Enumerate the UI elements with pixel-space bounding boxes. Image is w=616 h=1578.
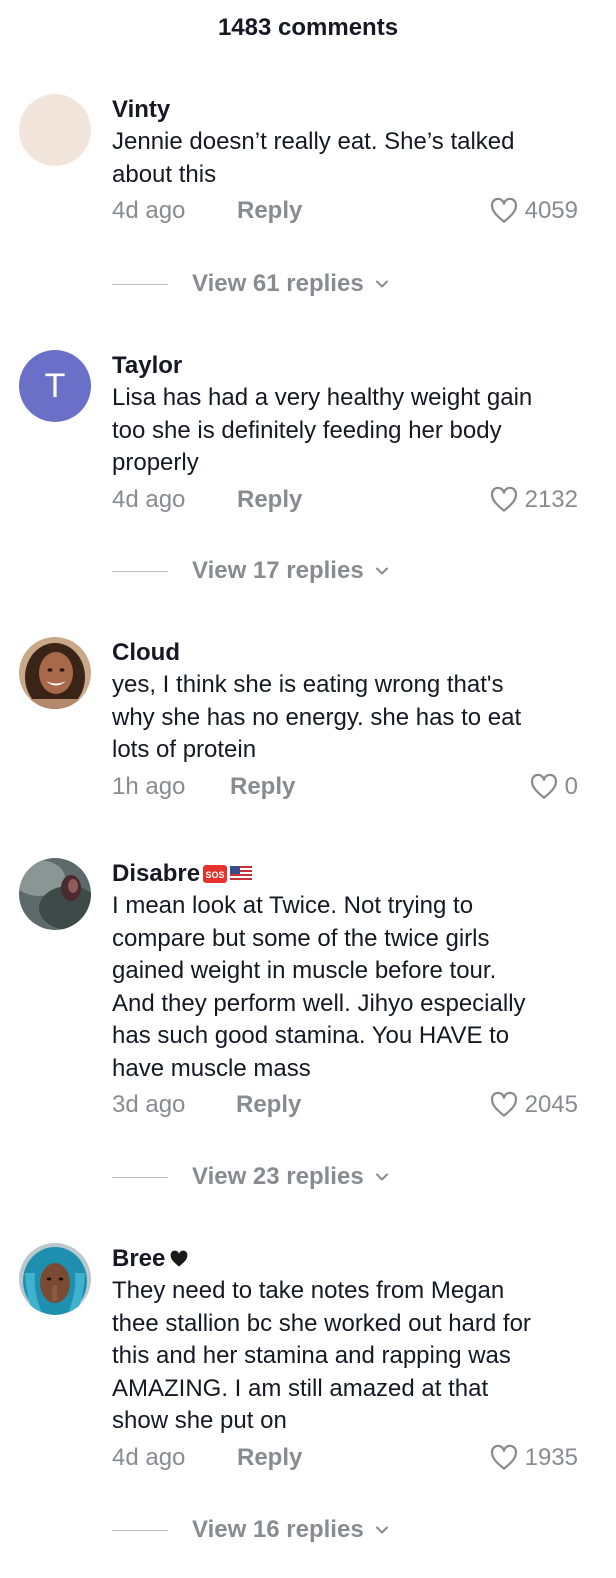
comment-text: Lisa has had a very healthy weight gain … (112, 384, 533, 476)
sos-emoji-icon: SOS (203, 865, 228, 883)
reply-button[interactable]: Reply (236, 1087, 301, 1123)
comment-timestamp: 1h ago (112, 772, 186, 800)
avatar[interactable] (19, 637, 91, 709)
avatar[interactable] (19, 858, 91, 930)
comment-meta: 4d ago Reply 4059 (112, 193, 586, 229)
heart-outline-icon (490, 1444, 517, 1470)
avatar[interactable]: T (19, 350, 91, 422)
comment-username[interactable]: Disabre SOS (112, 858, 586, 890)
divider-line (112, 283, 168, 285)
chevron-down-icon (375, 567, 388, 575)
comment-meta: 3d ago Reply 2045 (112, 1087, 586, 1123)
avatar[interactable] (19, 94, 91, 166)
like-count: 4059 (524, 197, 578, 224)
view-replies-button[interactable]: View 61 replies (112, 270, 392, 298)
comment-username[interactable]: Taylor (112, 350, 586, 382)
divider-line (112, 570, 168, 572)
like-button[interactable]: 2045 (489, 1087, 578, 1123)
comment-body: Disabre SOS I mean look at Twice. Not tr… (112, 858, 586, 1123)
comment-text: Jennie doesn’t really eat. She’s talked … (112, 128, 515, 188)
comment-body: Cloud yes, I think she is eating wrong t… (112, 637, 586, 805)
divider-line (112, 1529, 168, 1531)
comment-meta: 4d ago Reply 1935 (112, 1440, 586, 1476)
comment-timestamp: 4d ago (112, 1443, 186, 1471)
comment-text: yes, I think she is eating wrong that's … (112, 671, 522, 763)
heart-outline-icon (490, 486, 517, 512)
like-count: 2045 (524, 1091, 578, 1118)
comment-body: Taylor Lisa has had a very healthy weigh… (112, 350, 586, 518)
like-button[interactable]: 4059 (489, 193, 578, 229)
heart-outline-icon (490, 1091, 517, 1117)
like-button[interactable]: 1935 (489, 1440, 578, 1476)
view-replies-button[interactable]: View 23 replies (112, 1163, 392, 1191)
view-replies-button[interactable]: View 16 replies (112, 1516, 392, 1544)
comment-text: They need to take notes from Megan thee … (112, 1277, 531, 1434)
comment-timestamp: 3d ago (112, 1091, 186, 1118)
comment-username[interactable]: Cloud (112, 637, 586, 669)
svg-text:SOS: SOS (206, 870, 225, 880)
view-replies-label: View 61 replies (192, 270, 364, 297)
comment-body: Vinty Jennie doesn’t really eat. She’s t… (112, 94, 586, 229)
comment-meta: 4d ago Reply 2132 (112, 482, 586, 518)
heart-outline-icon (490, 197, 517, 223)
like-count: 0 (564, 772, 578, 800)
comment-timestamp: 4d ago (112, 485, 186, 513)
chevron-down-icon (375, 1173, 388, 1181)
view-replies-label: View 23 replies (192, 1163, 364, 1190)
avatar-photo (19, 858, 91, 930)
view-replies-button[interactable]: View 17 replies (112, 557, 392, 585)
comment-text: I mean look at Twice. Not trying to comp… (112, 892, 526, 1082)
comment-timestamp: 4d ago (112, 197, 186, 224)
comment-username[interactable]: Bree (112, 1243, 586, 1275)
chevron-down-icon (375, 280, 388, 288)
reply-button[interactable]: Reply (237, 482, 302, 518)
comments-count-title: 1483 comments (217, 14, 399, 41)
reply-button[interactable]: Reply (237, 1440, 302, 1476)
comment-meta: 1h ago Reply 0 (112, 769, 586, 805)
avatar[interactable] (19, 1243, 91, 1315)
like-button[interactable]: 0 (529, 769, 578, 805)
avatar-photo (19, 1243, 91, 1315)
chevron-down-icon (375, 1526, 388, 1534)
like-button[interactable]: 2132 (489, 482, 578, 518)
reply-button[interactable]: Reply (230, 769, 295, 805)
avatar-letter: T (44, 366, 66, 405)
view-replies-label: View 16 replies (192, 1516, 364, 1543)
like-count: 2132 (524, 485, 578, 513)
reply-button[interactable]: Reply (237, 193, 302, 229)
avatar-photo (19, 637, 91, 709)
heart-outline-icon (530, 773, 557, 799)
comment-body: Bree They need to take notes from Megan … (112, 1243, 586, 1476)
view-replies-label: View 17 replies (192, 557, 364, 584)
black-heart-emoji-icon (170, 1250, 188, 1267)
like-count: 1935 (524, 1443, 578, 1471)
divider-line (112, 1176, 168, 1178)
us-flag-icon (230, 866, 253, 882)
comment-username[interactable]: Vinty (112, 94, 586, 126)
